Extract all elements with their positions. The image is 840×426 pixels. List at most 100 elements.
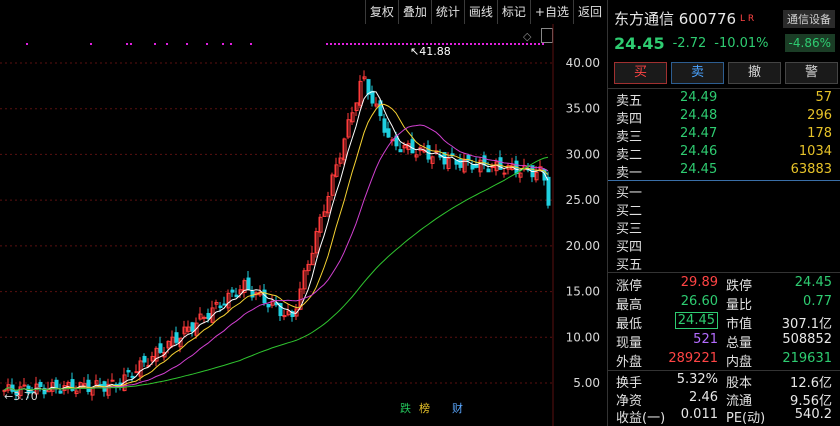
- signal-dot: [346, 43, 348, 45]
- book-label: 卖二: [616, 148, 643, 163]
- statistics-button[interactable]: 统计: [430, 0, 464, 24]
- signal-dot: [454, 43, 456, 45]
- low-arrow-icon: ←: [4, 390, 14, 403]
- signal-dot: [538, 43, 540, 45]
- candle: [250, 290, 255, 298]
- order-book-row[interactable]: 卖五 24.49 57: [616, 90, 832, 109]
- stat-value: 0.011: [680, 407, 718, 422]
- candle: [386, 128, 391, 138]
- trade-buttons: 买 卖 撤 警: [614, 62, 838, 84]
- y-tick-label: 15.00: [566, 285, 600, 299]
- order-book-row[interactable]: 卖一 24.45 63883: [616, 162, 832, 181]
- price-alert-button[interactable]: 警: [785, 62, 838, 84]
- signal-dot: [482, 43, 484, 45]
- event-finance-icon[interactable]: 财: [450, 401, 465, 417]
- order-book-row[interactable]: 买四: [616, 236, 832, 255]
- candle: [158, 343, 163, 353]
- stock-name: 东方通信 600776: [614, 10, 737, 28]
- stat-label: 市值: [726, 317, 753, 332]
- candle: [86, 379, 91, 392]
- signal-dot: [342, 43, 344, 45]
- book-label: 买三: [616, 222, 643, 237]
- signal-dot: [406, 43, 408, 45]
- signal-dot: [354, 43, 356, 45]
- signal-dot: [474, 43, 476, 45]
- candle: [110, 379, 115, 382]
- stat-value: 24.45: [794, 275, 832, 290]
- candle: [130, 375, 135, 378]
- book-label: 买一: [616, 186, 643, 201]
- signal-dot: [154, 43, 156, 45]
- divider: [608, 370, 840, 371]
- signal-dot: [466, 43, 468, 45]
- draw-line-button[interactable]: 画线: [463, 0, 497, 24]
- candle: [54, 379, 59, 390]
- order-book-row[interactable]: 买五: [616, 254, 832, 273]
- overlay-button[interactable]: 叠加: [397, 0, 431, 24]
- stat-label: 总量: [726, 336, 753, 351]
- stat-value: 12.6亿: [790, 376, 832, 391]
- stat-value: 29.89: [680, 275, 718, 290]
- book-volume: 57: [815, 90, 832, 105]
- stat-row: 外盘 289221 内盘 219631: [616, 351, 832, 370]
- book-label: 买四: [616, 240, 643, 255]
- signal-dot: [498, 43, 500, 45]
- add-watchlist-button[interactable]: +自选: [529, 0, 573, 24]
- event-ranking-icon[interactable]: 榜: [417, 401, 432, 417]
- order-book-row[interactable]: 卖三 24.47 178: [616, 126, 832, 145]
- quote-row: 24.45 -2.72 -10.01%: [614, 34, 769, 53]
- stat-value: 5.32%: [676, 372, 718, 387]
- candle: [22, 384, 27, 387]
- candle: [38, 381, 43, 387]
- sector-change-badge[interactable]: -4.86%: [784, 34, 835, 52]
- mark-button[interactable]: 标记: [496, 0, 530, 24]
- sell-button[interactable]: 卖: [671, 62, 724, 84]
- order-book-row[interactable]: 买三: [616, 218, 832, 237]
- signal-dot: [250, 43, 252, 45]
- signal-dot: [222, 43, 224, 45]
- signal-dot: [458, 43, 460, 45]
- order-book-row[interactable]: 卖四 24.48 296: [616, 108, 832, 127]
- book-volume: 63883: [790, 162, 832, 177]
- signal-dot: [490, 43, 492, 45]
- low-price-marker: ←3.70: [4, 390, 38, 403]
- ma60-line: [3, 156, 549, 391]
- event-limit-down-icon[interactable]: 跌: [398, 401, 413, 417]
- signal-dot: [394, 43, 396, 45]
- book-label: 买五: [616, 258, 643, 273]
- candle: [222, 303, 227, 306]
- restore-rights-button[interactable]: 复权: [364, 0, 398, 24]
- last-price: 24.45: [614, 34, 665, 53]
- kline-chart-area[interactable]: 复权 叠加 统计 画线 标记 +自选 返回 ◇ 40.00 35.00 30.00 2…: [0, 0, 606, 426]
- candle: [206, 313, 211, 320]
- candle: [458, 159, 463, 168]
- signal-dot: [358, 43, 360, 45]
- signal-dot: [206, 43, 208, 45]
- back-button[interactable]: 返回: [572, 0, 606, 24]
- cancel-order-button[interactable]: 撤: [728, 62, 781, 84]
- industry-tag[interactable]: 通信设备: [783, 10, 835, 28]
- price-change-pct: -10.01%: [714, 36, 769, 51]
- signal-dot: [470, 43, 472, 45]
- stat-label: PE(动): [726, 411, 766, 426]
- stat-label: 内盘: [726, 355, 753, 370]
- stock-title: 东方通信 600776 L R: [614, 8, 754, 29]
- candle: [546, 176, 551, 206]
- stat-value: 540.2: [794, 407, 832, 422]
- high-arrow-icon: ↖: [410, 45, 420, 58]
- order-book-row[interactable]: 买一: [616, 182, 832, 201]
- signal-dot: [362, 43, 364, 45]
- candle: [134, 371, 139, 374]
- ma5-line: [3, 91, 549, 391]
- signal-dot: [510, 43, 512, 45]
- candle: [246, 277, 251, 290]
- book-label: 卖四: [616, 112, 643, 127]
- book-volume: 296: [807, 108, 832, 123]
- signal-dot: [230, 43, 232, 45]
- buy-button[interactable]: 买: [614, 62, 667, 84]
- ma10-line: [3, 103, 549, 391]
- candle: [366, 79, 371, 95]
- signal-dot: [350, 43, 352, 45]
- order-book-row[interactable]: 卖二 24.46 1034: [616, 144, 832, 163]
- order-book-row[interactable]: 买二: [616, 200, 832, 219]
